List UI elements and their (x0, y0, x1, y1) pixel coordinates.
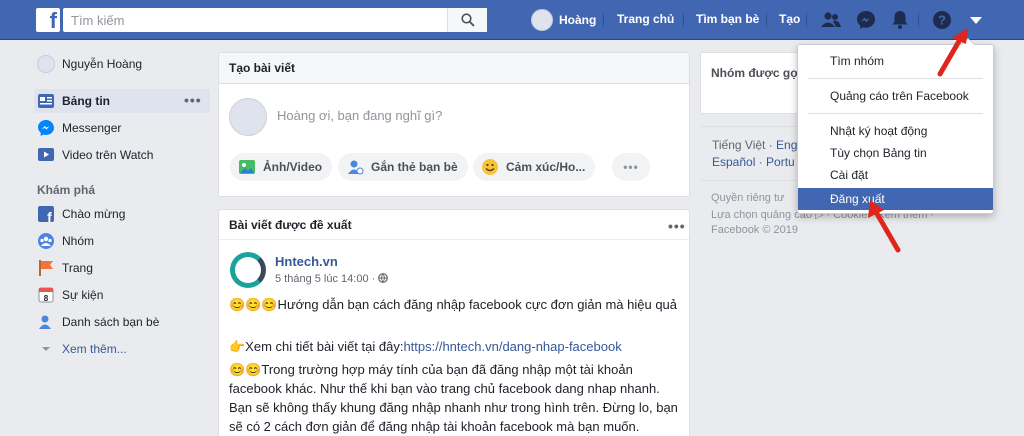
sidebar-item-friends-list[interactable]: Danh sách bạn bè (34, 310, 210, 334)
annotation-arrow-icon (868, 200, 901, 253)
more-options-icon: ••• (623, 160, 639, 174)
sidebar-item-welcome[interactable]: f Chào mừng (34, 202, 210, 226)
calendar-icon: 8 (38, 287, 54, 303)
messenger-icon (38, 120, 54, 136)
logo-letter: f (49, 8, 57, 33)
sidebar-item-groups[interactable]: Nhóm (34, 229, 210, 253)
nav-divider (683, 13, 684, 27)
current-language: Tiếng Việt (712, 138, 766, 152)
nav-divider (766, 13, 767, 27)
nav-divider (603, 13, 604, 27)
explore-section-title: Khám phá (37, 183, 96, 197)
avatar (229, 98, 267, 136)
nav-divider (806, 13, 807, 27)
sidebar-item-label: Chào mừng (62, 207, 126, 221)
language-link[interactable]: Eng (776, 138, 797, 152)
suggested-post-card: Bài viết được đề xuất ••• Hntech.vn 5 th… (218, 209, 690, 436)
profile-name: Hoàng (559, 13, 597, 27)
post-text-paragraph: 😊😊😊Hướng dẫn bạn cách đăng nhập facebook… (229, 297, 678, 312)
sidebar-item-profile[interactable]: Nguyễn Hoàng (34, 52, 210, 76)
footer-privacy-link[interactable]: Quyền riêng tư (711, 192, 784, 204)
sidebar-item-events[interactable]: 8 Sự kiện (34, 283, 210, 307)
sidebar-item-pages[interactable]: Trang (34, 256, 210, 280)
more-options-icon[interactable]: ••• (184, 92, 202, 108)
chevron-down-icon (42, 347, 50, 351)
flag-icon (39, 260, 53, 276)
svg-text:8: 8 (44, 294, 49, 303)
sidebar-item-label: Bảng tin (62, 94, 110, 108)
search-icon (461, 13, 475, 27)
photo-video-button[interactable]: Ảnh/Video (230, 153, 333, 181)
sidebar-item-news-feed[interactable]: Bảng tin ••• (34, 89, 210, 113)
search-box (63, 8, 487, 32)
post-text-paragraph: 👉Xem chi tiết bài viết tại đây:https://h… (229, 337, 679, 356)
menu-item-settings[interactable]: Cài đặt (798, 164, 993, 186)
language-link[interactable]: Español (712, 155, 755, 169)
nav-divider (918, 13, 919, 27)
page-logo-icon[interactable] (230, 252, 266, 288)
notifications-bell-icon[interactable] (889, 9, 911, 31)
feeling-activity-label: Cảm xúc/Ho... (506, 160, 586, 174)
post-timestamp-text: 5 tháng 5 lúc 14:00 · (275, 273, 379, 285)
avatar (37, 55, 55, 73)
globe-icon (378, 273, 389, 283)
search-input[interactable] (63, 8, 447, 32)
news-feed-icon (38, 94, 54, 108)
sidebar-item-label: Sự kiện (62, 288, 104, 302)
sidebar-item-label: Nhóm (62, 234, 95, 248)
create-post-title: Tạo bài viết (219, 53, 689, 84)
nav-create-link[interactable]: Tạo (779, 12, 800, 26)
nav-home-link[interactable]: Trang chủ (617, 12, 674, 26)
sidebar-item-label: Video trên Watch (62, 148, 154, 162)
more-options-icon[interactable]: ••• (668, 218, 686, 234)
feeling-activity-button[interactable]: Cảm xúc/Ho... (473, 153, 596, 181)
menu-item-advertising[interactable]: Quảng cáo trên Facebook (798, 85, 993, 107)
search-button[interactable] (447, 8, 487, 32)
see-more-label: Xem thêm... (62, 342, 127, 356)
create-post-card: Tạo bài viết Hoàng ơi, bạn đang nghĩ gì?… (218, 52, 690, 197)
sidebar-item-watch[interactable]: Video trên Watch (34, 143, 210, 167)
friends-list-icon (39, 315, 51, 329)
language-row: Español · Portu (712, 155, 795, 169)
post-text-paragraph: 😊😊Trong trường hợp máy tính của bạn đã đ… (229, 362, 678, 434)
photo-video-label: Ảnh/Video (263, 160, 323, 174)
post-article-link[interactable]: https://hntech.vn/dang-nhap-facebook (403, 339, 621, 354)
sidebar-item-messenger[interactable]: Messenger (34, 116, 210, 140)
top-navigation-bar: f Hoàng Trang chủ Tìm bạn bè Tạo ? (0, 0, 1024, 40)
footer-copyright: Facebook © 2019 (711, 224, 798, 236)
groups-icon (38, 233, 54, 249)
more-actions-button[interactable]: ••• (612, 153, 650, 181)
language-link[interactable]: Portu (766, 155, 795, 169)
friend-requests-icon[interactable] (820, 9, 842, 31)
menu-item-activity-log[interactable]: Nhật ký hoạt động (798, 120, 993, 142)
suggested-post-title: Bài viết được đề xuất (219, 210, 689, 240)
language-row: Tiếng Việt · Eng (712, 138, 798, 152)
suggested-groups-title: Nhóm được gợ (711, 66, 799, 80)
smiley-icon (482, 159, 498, 175)
watch-icon (38, 148, 54, 161)
facebook-logo-icon[interactable]: f (36, 8, 60, 33)
nav-find-friends-link[interactable]: Tìm bạn bè (696, 12, 759, 26)
post-link-prefix: 👉Xem chi tiết bài viết tại đây: (229, 339, 404, 354)
sidebar-item-label: Messenger (62, 121, 122, 135)
post-timestamp[interactable]: 5 tháng 5 lúc 14:00 · (275, 273, 389, 285)
composer-input[interactable]: Hoàng ơi, bạn đang nghĩ gì? (277, 108, 442, 123)
facebook-icon: f (38, 206, 54, 223)
see-more-link[interactable]: Xem thêm... (34, 337, 210, 361)
messenger-icon[interactable] (855, 9, 877, 31)
tag-friends-button[interactable]: Gắn thẻ bạn bè (338, 153, 468, 181)
avatar (531, 9, 553, 31)
svg-text:f: f (47, 209, 52, 223)
menu-divider (808, 113, 983, 114)
post-author-link[interactable]: Hntech.vn (275, 254, 338, 269)
tag-friends-icon (348, 160, 364, 175)
profile-link[interactable]: Hoàng (531, 8, 596, 32)
sidebar-item-label: Danh sách bạn bè (62, 315, 160, 329)
menu-item-news-feed-preferences[interactable]: Tùy chọn Bảng tin (798, 142, 993, 164)
tag-friends-label: Gắn thẻ bạn bè (371, 160, 458, 174)
sidebar-profile-name: Nguyễn Hoàng (62, 57, 143, 71)
annotation-arrow-icon (937, 28, 968, 77)
photo-icon (239, 160, 255, 174)
sidebar-item-label: Trang (62, 261, 93, 275)
